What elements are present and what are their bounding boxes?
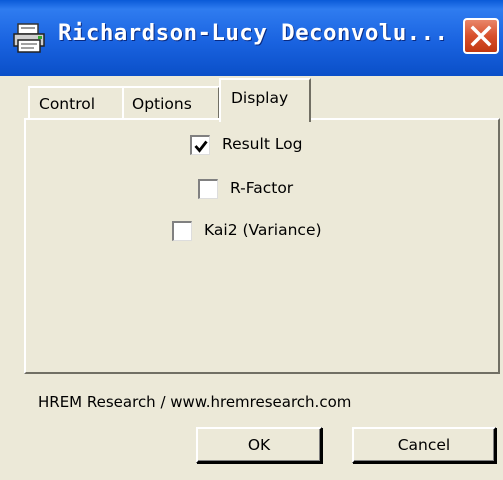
tab-display[interactable]: Display: [219, 78, 311, 122]
checkbox-label: Kai2 (Variance): [204, 221, 322, 239]
checkbox-label: R-Factor: [230, 179, 294, 197]
tab-label: Display: [231, 89, 289, 107]
close-icon: [470, 25, 492, 47]
tab-control[interactable]: Control: [28, 86, 122, 118]
credit-text: HREM Research / www.hremresearch.com: [38, 393, 352, 411]
ok-button[interactable]: OK: [196, 427, 322, 463]
cancel-button[interactable]: Cancel: [352, 427, 496, 463]
close-button[interactable]: [463, 18, 499, 54]
printer-app-icon: [12, 22, 46, 54]
dialog-window: Richardson-Lucy Deconvolu... Control Opt…: [0, 0, 503, 480]
result-log-checkbox[interactable]: Result Log: [190, 134, 350, 158]
tab-label: Control: [39, 95, 96, 113]
r-factor-checkbox[interactable]: R-Factor: [198, 178, 338, 202]
kai2-variance-checkbox[interactable]: Kai2 (Variance): [172, 220, 372, 244]
checkbox-label: Result Log: [222, 135, 303, 153]
window-title: Richardson-Lucy Deconvolu...: [58, 20, 449, 46]
checkbox-box[interactable]: [172, 221, 192, 241]
title-bar[interactable]: Richardson-Lucy Deconvolu...: [0, 0, 503, 76]
tab-label: Options: [132, 95, 192, 113]
tab-options[interactable]: Options: [122, 86, 220, 118]
checkbox-box[interactable]: [190, 135, 210, 155]
checkbox-box[interactable]: [198, 179, 218, 199]
tab-panel-display: Result Log R-Factor Kai2 (Variance): [24, 118, 500, 374]
checkmark-icon: [194, 140, 208, 153]
